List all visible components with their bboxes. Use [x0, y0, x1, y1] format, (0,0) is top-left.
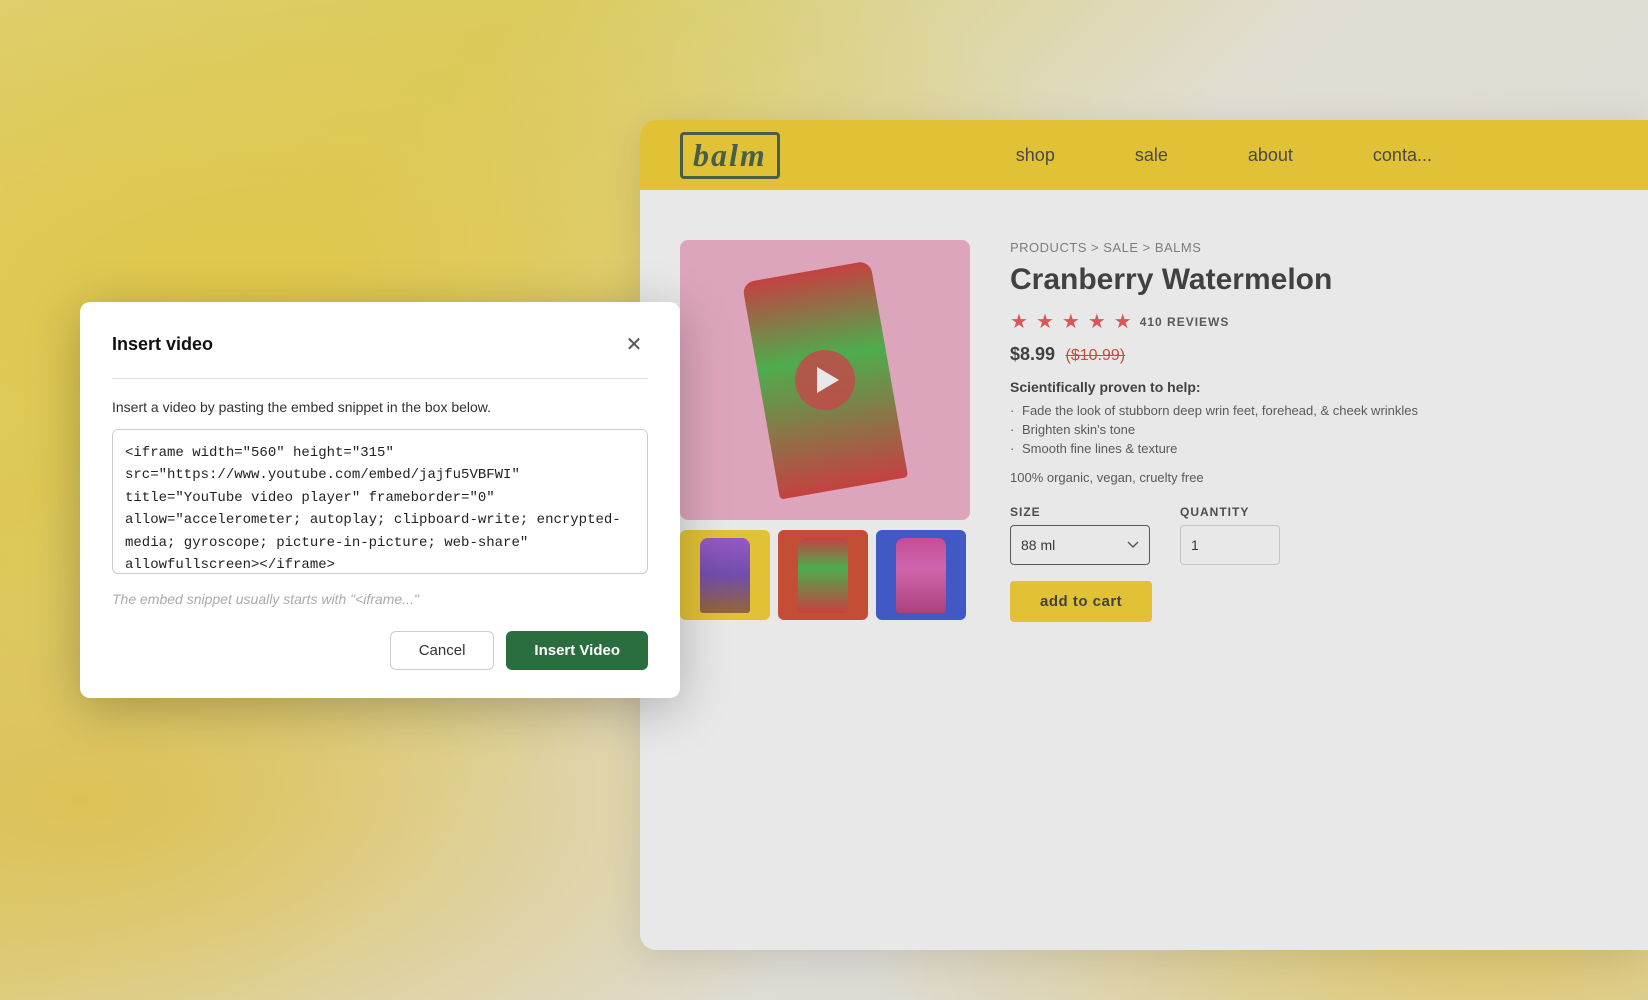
modal-header: Insert video ✕ — [112, 330, 648, 358]
embed-textarea[interactable] — [112, 429, 648, 574]
cancel-button[interactable]: Cancel — [390, 631, 495, 670]
divider — [112, 378, 648, 379]
modal-overlay: Insert video ✕ Insert a video by pasting… — [0, 0, 1648, 1000]
modal-title: Insert video — [112, 334, 213, 355]
close-button[interactable]: ✕ — [620, 330, 648, 358]
insert-video-button[interactable]: Insert Video — [506, 631, 648, 670]
modal-actions: Cancel Insert Video — [112, 631, 648, 670]
modal-description: Insert a video by pasting the embed snip… — [112, 399, 648, 415]
insert-video-modal: Insert video ✕ Insert a video by pasting… — [80, 302, 680, 698]
embed-placeholder: The embed snippet usually starts with "<… — [112, 591, 648, 607]
